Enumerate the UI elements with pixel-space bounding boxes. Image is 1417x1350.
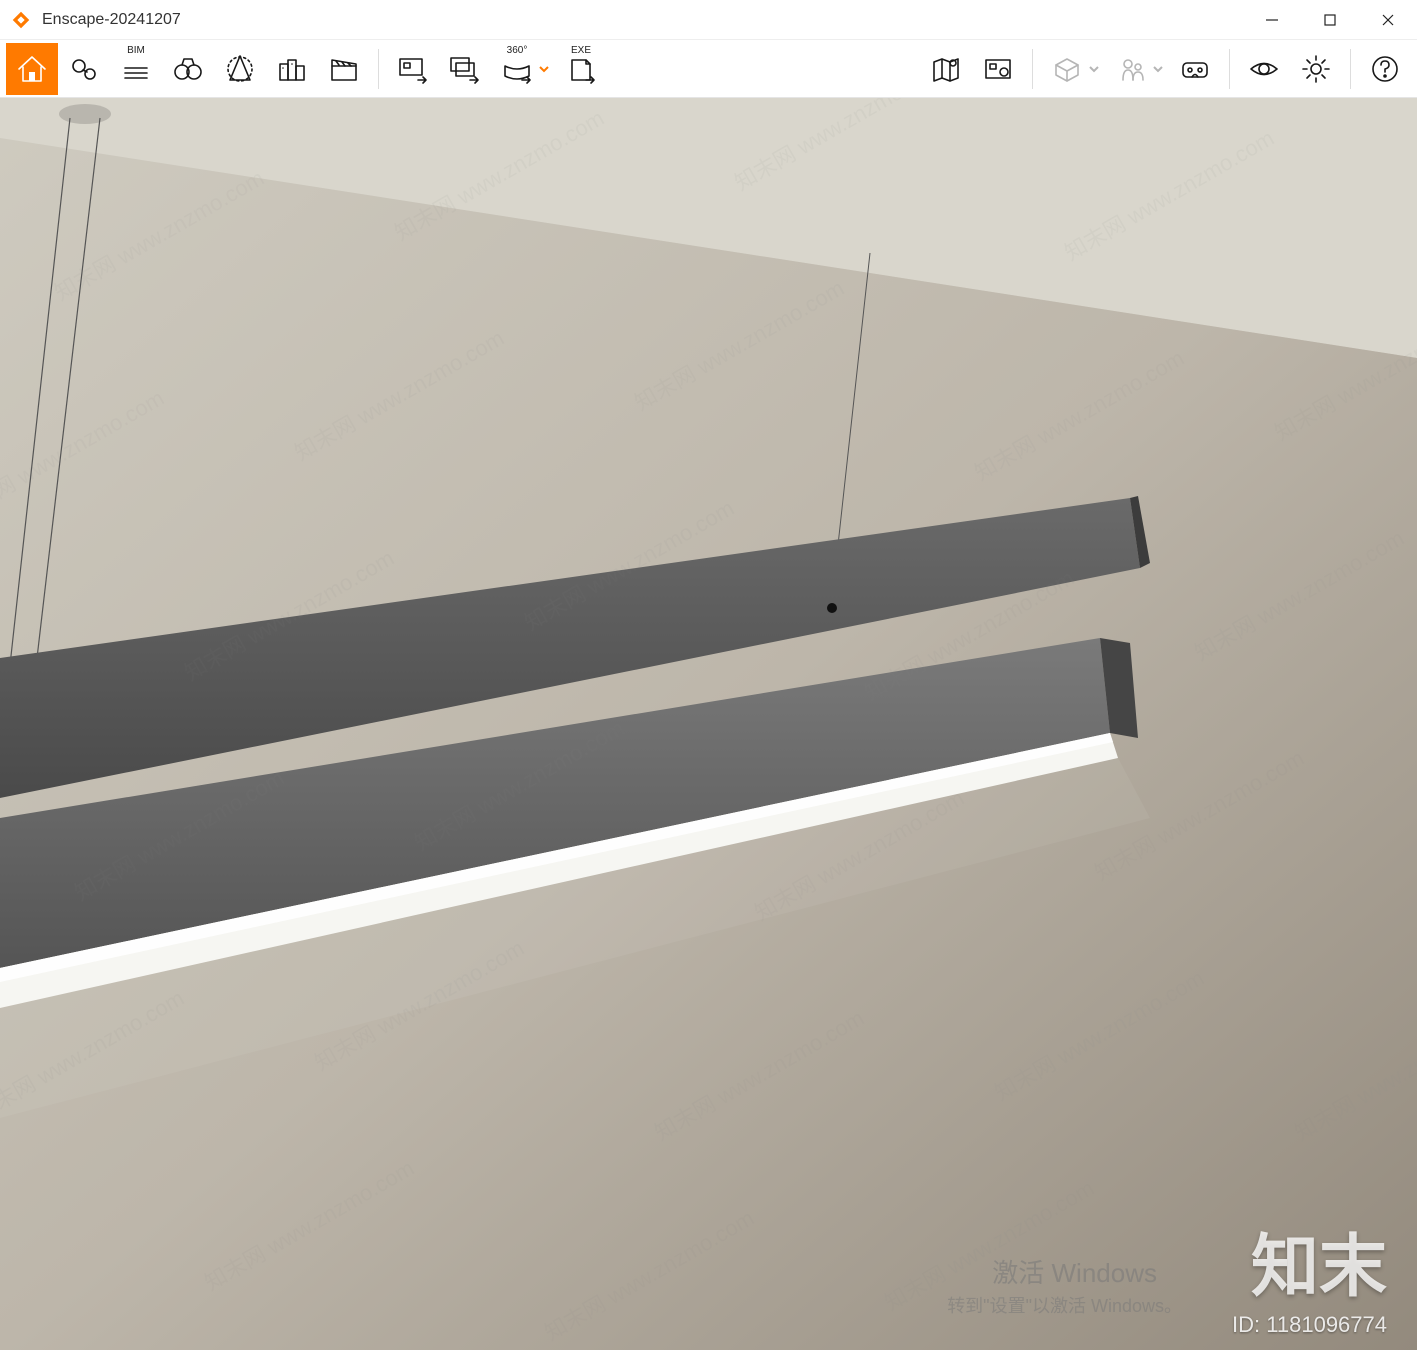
home-button[interactable] [6,43,58,95]
manage-uploads-button[interactable] [972,43,1024,95]
close-button[interactable] [1359,0,1417,40]
exe-export-button[interactable]: EXE [555,43,607,95]
visual-settings-button[interactable] [1238,43,1290,95]
maximize-button[interactable] [1301,0,1359,40]
settings-button[interactable] [1290,43,1342,95]
exe-label: EXE [571,45,591,56]
views-button[interactable] [162,43,214,95]
titlebar: Enscape - 20241207 [0,0,1417,40]
bim-mode-button[interactable]: BIM [110,43,162,95]
rendered-scene [0,98,1417,1350]
asset-library-button[interactable] [266,43,318,95]
map-button[interactable] [920,43,972,95]
brand-watermark: 知末 [1251,1211,1387,1310]
panorama-button[interactable]: 360° [491,43,543,95]
orbit-button[interactable] [214,43,266,95]
collab-button[interactable] [1105,43,1157,95]
enscape-logo-icon [10,9,32,31]
pano-label: 360° [507,45,528,56]
render-quality-button[interactable] [1041,43,1093,95]
video-button[interactable] [318,43,370,95]
help-button[interactable] [1359,43,1411,95]
model-id-label: ID: 1181096774 [1232,1312,1387,1338]
bim-label: BIM [127,45,145,56]
favorite-views-button[interactable] [58,43,110,95]
activate-windows-title: 激活 Windows [992,1253,1157,1290]
batch-render-button[interactable] [439,43,491,95]
toolbar: BIM 360° EXE [0,40,1417,98]
minimize-button[interactable] [1243,0,1301,40]
vr-button[interactable] [1169,43,1221,95]
activate-windows-subtitle: 转到"设置"以激活 Windows。 [947,1292,1182,1318]
screenshot-button[interactable] [387,43,439,95]
render-viewport[interactable]: 知末网 www.znzmo.com 知末网 www.znzmo.com 知末网 … [0,98,1417,1350]
window-document-name: 20241207 [110,11,181,29]
window-app-name: Enscape [42,11,104,29]
